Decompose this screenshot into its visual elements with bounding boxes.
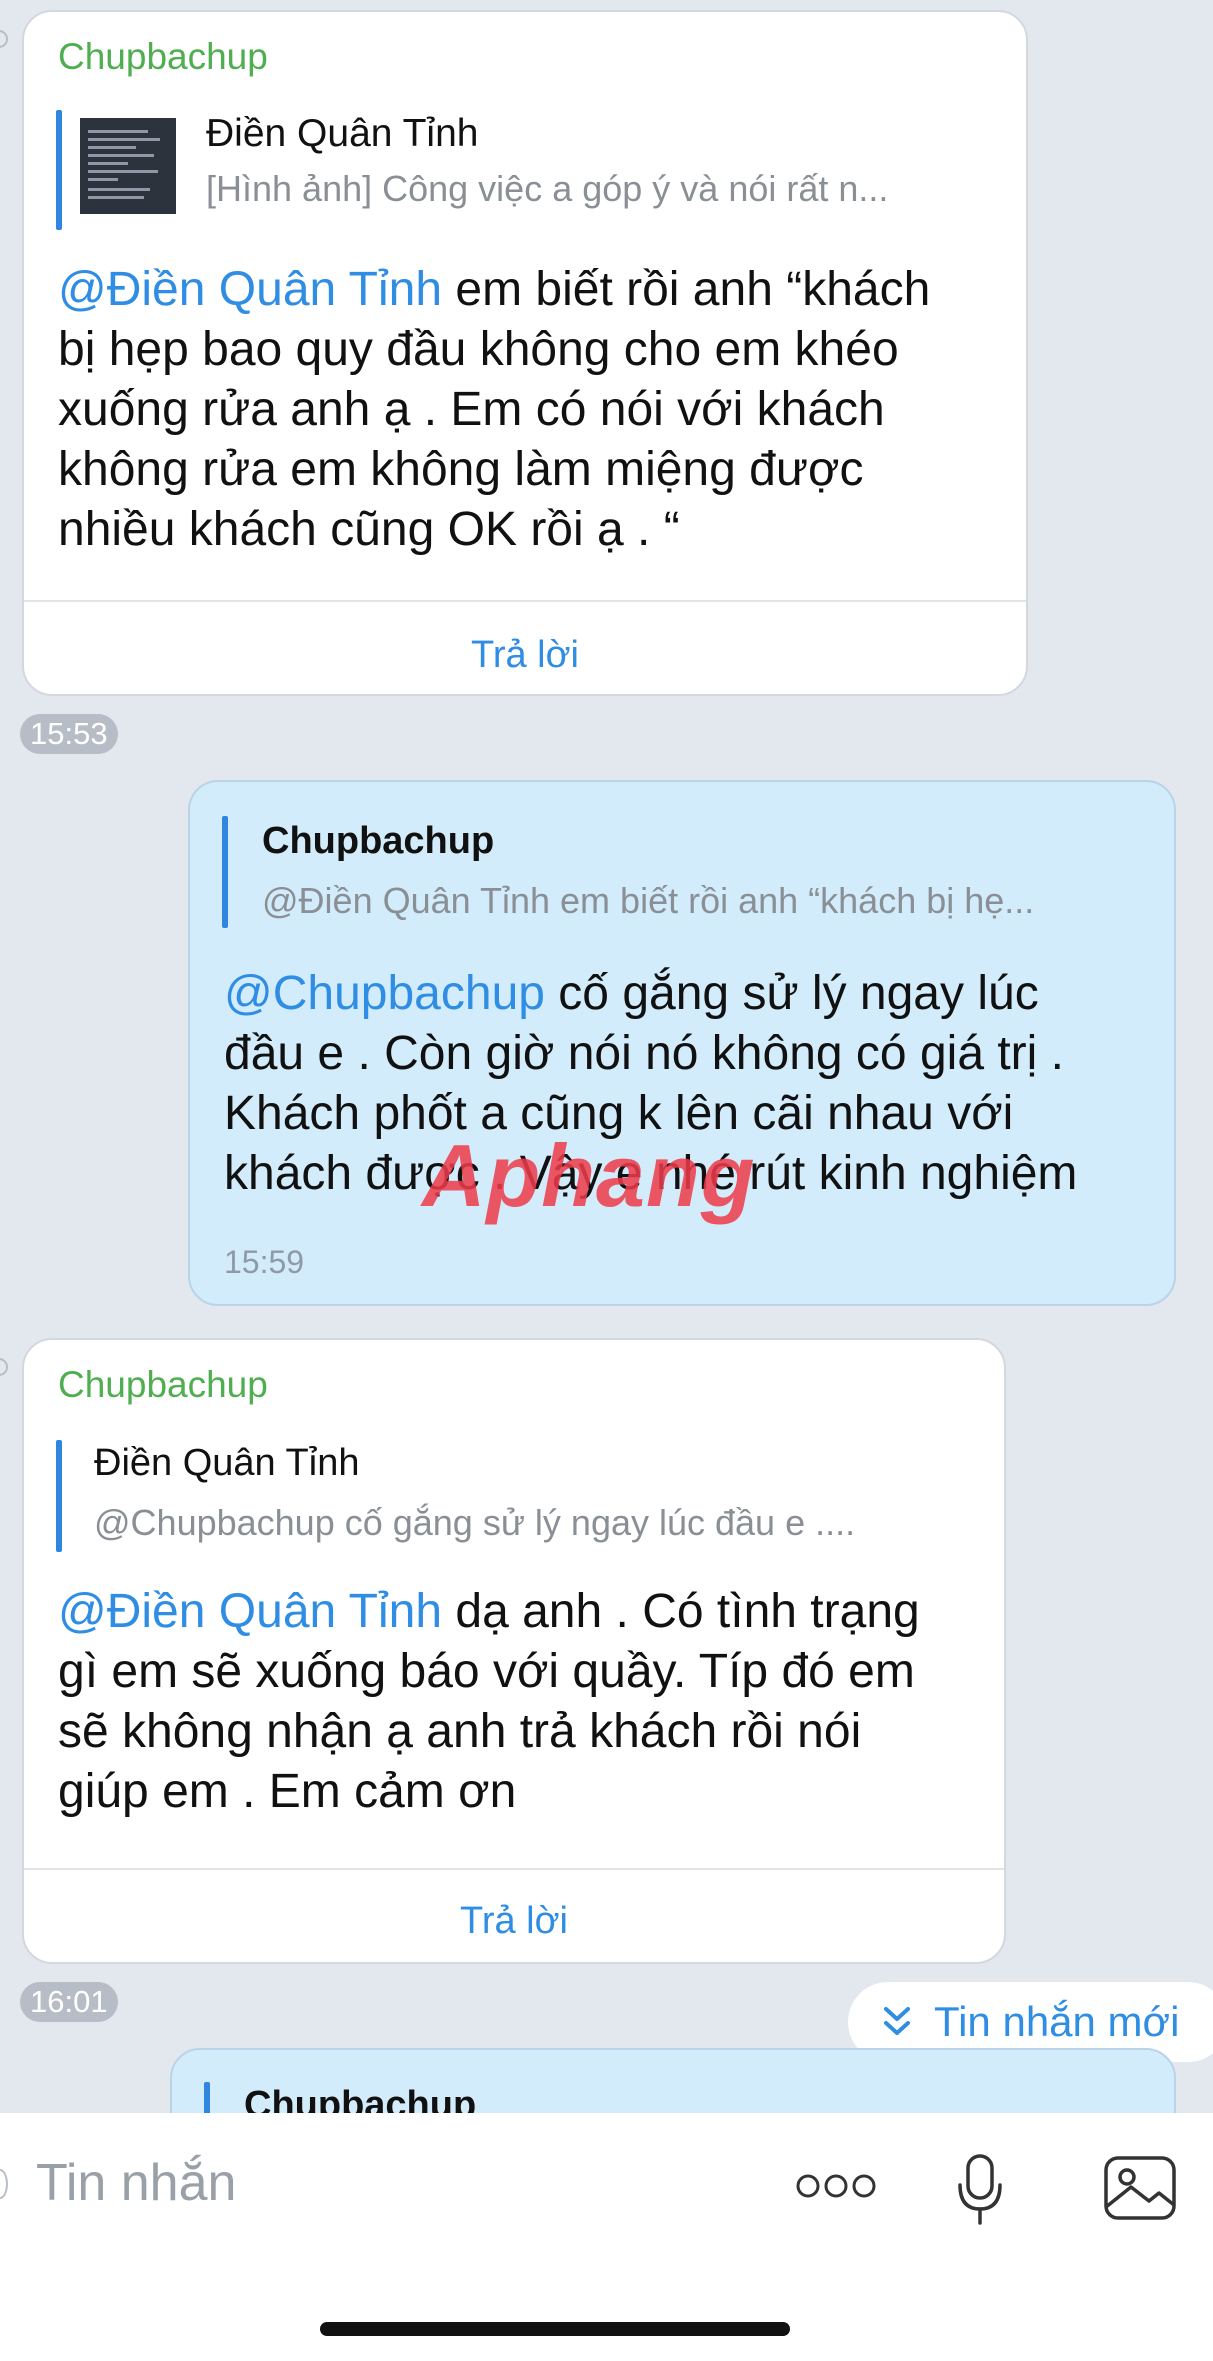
message-text: @Điền Quân Tỉnh dạ anh . Có tình trạng g… bbox=[58, 1582, 988, 1822]
message-text: @Điền Quân Tỉnh em biết rồi anh “khách b… bbox=[58, 260, 1018, 560]
incoming-message-bubble[interactable]: Chupbachup Điền Quân Tỉnh [Hình ảnh] Côn… bbox=[22, 10, 1028, 696]
message-line: em biết rồi anh “khách bbox=[442, 263, 931, 316]
avatar[interactable] bbox=[0, 1358, 8, 1376]
quote-bar bbox=[56, 110, 62, 230]
message-line: xuống rửa anh ạ . Em có nói với khách bbox=[58, 383, 885, 436]
sender-name[interactable]: Chupbachup bbox=[58, 36, 268, 78]
quote-snippet: @Điền Quân Tỉnh em biết rồi anh “khách b… bbox=[262, 880, 1035, 921]
message-line: nhiều khách cũng OK rồi ạ . “ bbox=[58, 503, 680, 556]
message-line: cố gắng sử lý ngay lúc bbox=[544, 967, 1039, 1020]
message-line: gì em sẽ xuống báo với quầy. Típ đó em bbox=[58, 1645, 915, 1698]
outgoing-message-bubble[interactable]: Chupbachup @Điền Quân Tỉnh em biết rồi a… bbox=[188, 780, 1176, 1306]
watermark-logo: Aphang bbox=[422, 1126, 756, 1225]
emoji-icon[interactable] bbox=[0, 2169, 8, 2199]
quote-bar bbox=[56, 1440, 62, 1552]
quote-snippet: @Chupbachup cố gắng sử lý ngay lúc đầu e… bbox=[94, 1502, 856, 1543]
mention-link[interactable]: @Chupbachup bbox=[224, 967, 545, 1020]
message-line: dạ anh . Có tình trạng bbox=[442, 1585, 920, 1638]
double-chevron-down-icon bbox=[884, 2007, 910, 2035]
quote-image-thumbnail[interactable] bbox=[80, 118, 176, 214]
quote-bar bbox=[222, 816, 228, 928]
more-options-icon[interactable] bbox=[796, 2171, 876, 2201]
image-gallery-icon[interactable] bbox=[1103, 2155, 1177, 2221]
reply-button[interactable]: Trả lời bbox=[24, 1900, 1004, 1943]
incoming-message-bubble[interactable]: Chupbachup Điền Quân Tỉnh @Chupbachup cố… bbox=[22, 1338, 1006, 1964]
divider bbox=[24, 600, 1026, 602]
quote-author: Chupbachup bbox=[262, 820, 495, 862]
new-messages-label: Tin nhắn mới bbox=[934, 1998, 1180, 2045]
message-line: bị hẹp bao quy đầu không cho em khéo bbox=[58, 323, 899, 376]
timestamp: 16:01 bbox=[20, 1982, 118, 2022]
timestamp: 15:53 bbox=[20, 714, 118, 754]
sender-name[interactable]: Chupbachup bbox=[58, 1364, 268, 1406]
timestamp: 15:59 bbox=[224, 1244, 305, 1280]
mention-link[interactable]: @Điền Quân Tỉnh bbox=[58, 263, 442, 316]
message-line: sẽ không nhận ạ anh trả khách rồi nói bbox=[58, 1705, 862, 1758]
message-input[interactable]: Tin nhắn bbox=[36, 2153, 236, 2213]
message-line: giúp em . Em cảm ơn bbox=[58, 1765, 517, 1818]
home-indicator bbox=[320, 2322, 790, 2336]
message-line: đầu e . Còn giờ nói nó không có giá trị … bbox=[224, 1027, 1064, 1080]
quote-author: Điền Quân Tỉnh bbox=[94, 1442, 360, 1484]
message-line: không rửa em không làm miệng được bbox=[58, 443, 864, 496]
quote-snippet: [Hình ảnh] Công việc a góp ý và nói rất … bbox=[206, 168, 889, 209]
reply-button[interactable]: Trả lời bbox=[24, 634, 1026, 677]
microphone-icon[interactable] bbox=[955, 2153, 1005, 2227]
avatar[interactable] bbox=[0, 30, 8, 48]
mention-link[interactable]: @Điền Quân Tỉnh bbox=[58, 1585, 442, 1638]
divider bbox=[24, 1868, 1004, 1870]
quote-author: Điền Quân Tỉnh bbox=[206, 112, 479, 155]
